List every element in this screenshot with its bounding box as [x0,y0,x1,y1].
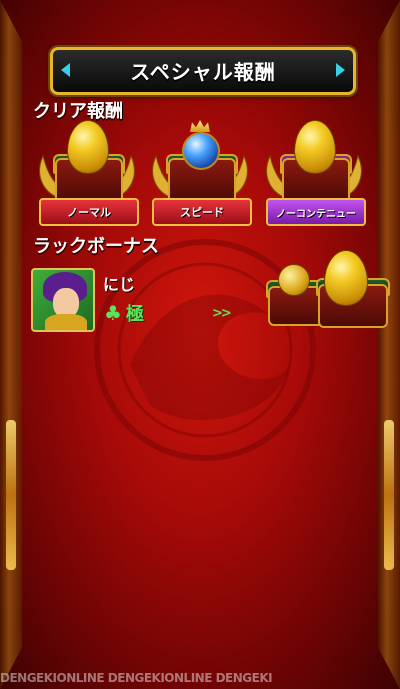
reward-ribbon-normal: ノーマル [39,198,139,226]
clover-icon: ♣ [104,301,122,325]
arrow-right-icon: >> [212,306,232,321]
character-name: にじ [103,275,136,294]
blue-orb-icon [182,132,220,170]
reward-no-continue[interactable]: ノーコンテニュー [262,120,366,230]
luck-rank: 極 [126,304,144,325]
right-frame-ornament [384,420,394,570]
character-portrait[interactable] [31,268,95,332]
title-banner: スペシャル報酬 [50,47,356,95]
character-robe [45,314,87,330]
special-reward-screen: スペシャル報酬 クリア報酬 ノーマル スピード ノーコンテニュー ラックボーナス… [0,0,400,689]
luck-bonus-reward[interactable] [262,250,390,330]
reward-ribbon-no-continue: ノーコンテニュー [266,198,366,226]
right-frame-border [378,0,400,689]
gold-egg-icon [294,120,336,174]
diamond-icon [336,63,345,77]
reward-ribbon-speed: スピード [152,198,252,226]
crown-icon [190,120,210,132]
page-title: スペシャル報酬 [130,60,276,84]
luck-bonus-heading: ラックボーナス [33,236,159,257]
watermark-text: DENGEKIONLINE DENGEKIONLINE DENGEKI [0,671,273,685]
left-frame-ornament [6,420,16,570]
reward-speed[interactable]: スピード [148,120,252,230]
gold-egg-icon [324,250,368,306]
gold-coin-icon [278,264,310,296]
gold-egg-icon [67,120,109,174]
left-frame-border [0,0,22,689]
reward-normal[interactable]: ノーマル [35,120,139,230]
